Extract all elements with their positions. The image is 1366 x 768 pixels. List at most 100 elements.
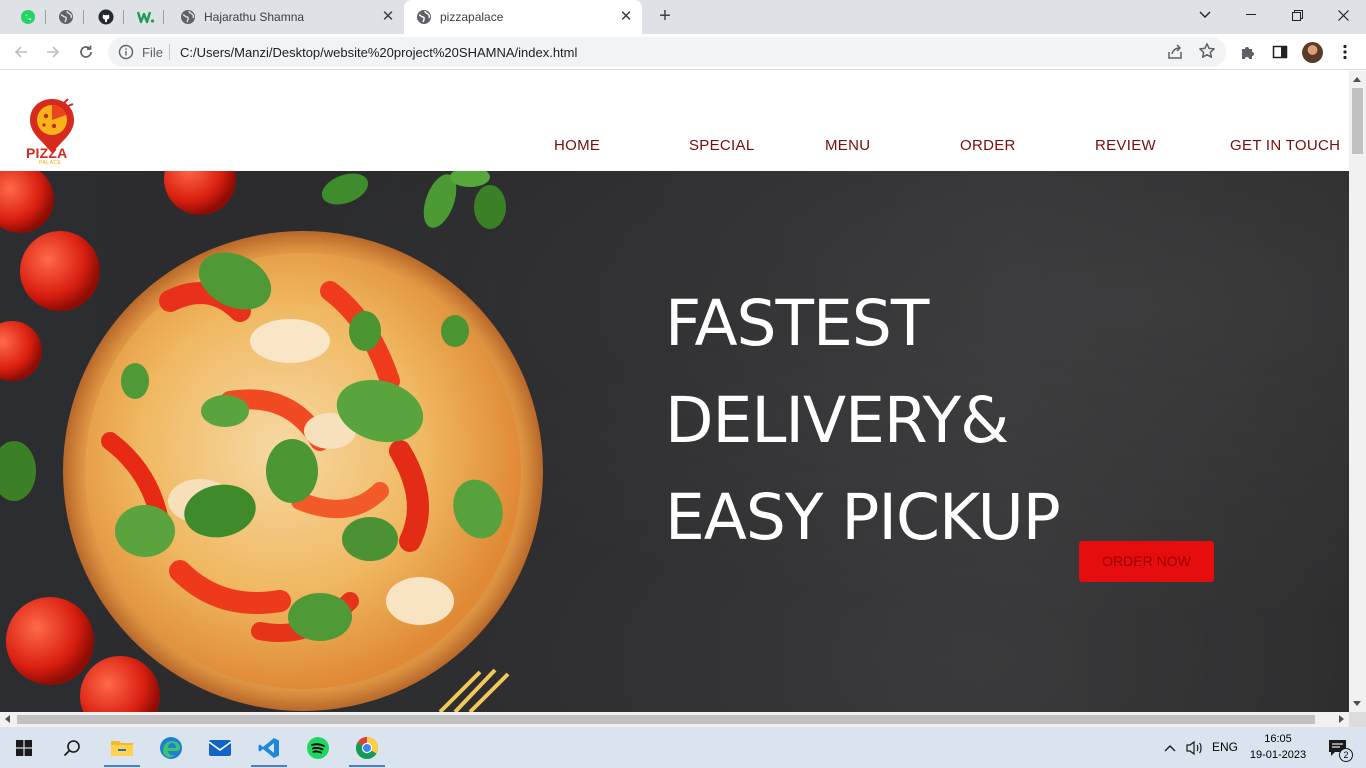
nav-review[interactable]: REVIEW — [1095, 137, 1156, 154]
vertical-scroll-thumb[interactable] — [1352, 88, 1363, 154]
globe-icon — [59, 10, 73, 24]
notification-count-badge: 2 — [1339, 748, 1353, 762]
spotify-icon — [307, 736, 329, 759]
w-icon — [137, 11, 155, 24]
share-icon[interactable] — [1166, 43, 1184, 61]
tab-title: Hajarathu Shamna — [204, 10, 305, 24]
mail-button[interactable] — [196, 727, 244, 768]
side-panel-button[interactable] — [1267, 39, 1293, 65]
file-explorer-button[interactable] — [98, 727, 146, 768]
search-icon — [63, 739, 80, 756]
close-window-button[interactable] — [1320, 0, 1366, 30]
restore-button[interactable] — [1274, 0, 1320, 30]
minimize-icon — [1246, 14, 1256, 15]
hero-line-1: FASTEST — [665, 287, 929, 360]
clock-time: 16:05 — [1264, 733, 1292, 745]
system-clock[interactable]: 16:05 19-01-2023 — [1246, 731, 1310, 763]
globe-icon — [417, 10, 431, 24]
new-tab-button[interactable]: + — [652, 5, 678, 29]
windows-taskbar: ENG 16:05 19-01-2023 2 — [0, 727, 1366, 768]
edge-button[interactable] — [147, 727, 195, 768]
chevron-down-icon — [1199, 11, 1211, 18]
hero-headline: FASTEST DELIVERY& EASY PICKUP — [665, 275, 1145, 566]
restore-icon — [1291, 9, 1303, 21]
globe-icon — [181, 10, 195, 24]
nav-order[interactable]: ORDER — [960, 137, 1016, 154]
clock-date: 19-01-2023 — [1249, 749, 1307, 761]
vertical-scrollbar[interactable] — [1349, 71, 1366, 712]
bookmark-star-icon[interactable] — [1198, 42, 1216, 60]
back-button[interactable] — [8, 39, 34, 65]
hero-banner: FASTEST DELIVERY& EASY PICKUP ORDER NOW — [0, 171, 1349, 712]
globe-pinned-tab[interactable] — [48, 4, 84, 30]
chrome-button[interactable] — [343, 727, 391, 768]
address-divider — [169, 44, 170, 60]
address-bar[interactable]: File C:/Users/Manzi/Desktop/website%20pr… — [108, 37, 1226, 67]
close-tab-icon[interactable]: ✕ — [380, 9, 396, 25]
tab-search-button[interactable] — [1182, 0, 1228, 30]
nav-home[interactable]: HOME — [554, 137, 600, 154]
page-viewport: PIZZA PALACE HOME SPECIAL MENU ORDER REV… — [0, 71, 1349, 712]
order-now-button[interactable]: ORDER NOW — [1079, 541, 1214, 582]
puzzle-icon — [1242, 47, 1254, 59]
scroll-up-arrow-icon[interactable] — [1353, 77, 1361, 82]
windows-logo-icon — [16, 739, 32, 756]
w-pinned-tab[interactable] — [128, 4, 164, 30]
tab-pizzapalace[interactable]: pizzapalace ✕ — [404, 0, 642, 34]
notifications-button[interactable]: 2 — [1318, 727, 1358, 768]
hero-line-2: DELIVERY& — [665, 384, 1009, 457]
scrollbar-corner — [1349, 712, 1366, 727]
close-icon — [1337, 9, 1349, 21]
speaker-icon — [1186, 740, 1202, 755]
whatsapp-icon — [21, 10, 35, 24]
edge-icon — [160, 736, 182, 759]
reload-icon — [80, 45, 92, 58]
logo-wordmark: PIZZA — [26, 145, 68, 161]
tab-hajarathu-shamna[interactable]: Hajarathu Shamna ✕ — [168, 0, 404, 34]
mail-icon — [208, 739, 232, 756]
volume-button[interactable] — [1182, 727, 1208, 768]
nav-special[interactable]: SPECIAL — [689, 137, 754, 154]
nav-menu[interactable]: MENU — [825, 137, 870, 154]
side-panel-icon — [1272, 45, 1288, 59]
spotify-button[interactable] — [294, 727, 342, 768]
url-text[interactable]: C:/Users/Manzi/Desktop/website%20project… — [180, 45, 577, 60]
profile-avatar[interactable] — [1302, 42, 1323, 63]
minimize-button[interactable] — [1228, 0, 1274, 30]
search-button[interactable] — [48, 727, 96, 768]
chevron-up-icon — [1164, 744, 1176, 751]
forward-arrow-icon — [47, 46, 60, 58]
scroll-down-arrow-icon[interactable] — [1353, 701, 1361, 706]
extensions-button[interactable] — [1235, 39, 1261, 65]
url-scheme-label: File — [142, 45, 163, 60]
chrome-icon — [356, 736, 378, 759]
kebab-menu-icon — [1343, 44, 1347, 60]
hero-line-3: EASY PICKUP — [665, 481, 1061, 554]
forward-button[interactable] — [40, 39, 66, 65]
scroll-left-arrow-icon[interactable] — [5, 715, 10, 723]
chrome-menu-button[interactable] — [1332, 39, 1358, 65]
vscode-icon — [258, 737, 279, 758]
horizontal-scroll-thumb[interactable] — [17, 715, 1315, 724]
browser-tab-strip: Hajarathu Shamna ✕ pizzapalace ✕ + — [0, 0, 1366, 34]
pizza-hero-image — [0, 171, 543, 712]
horizontal-scrollbar[interactable] — [0, 712, 1349, 727]
nav-get-in-touch[interactable]: GET IN TOUCH — [1230, 137, 1340, 154]
folder-icon — [111, 740, 133, 756]
close-tab-icon[interactable]: ✕ — [618, 9, 634, 25]
site-header: PIZZA PALACE HOME SPECIAL MENU ORDER REV… — [0, 71, 1349, 171]
github-icon — [98, 9, 114, 25]
browser-toolbar: File C:/Users/Manzi/Desktop/website%20pr… — [0, 34, 1366, 70]
show-hidden-icons-button[interactable] — [1158, 727, 1182, 768]
reload-button[interactable] — [73, 39, 99, 65]
whatsapp-pinned-tab[interactable] — [10, 4, 46, 30]
scroll-right-arrow-icon[interactable] — [1339, 715, 1344, 723]
tab-title: pizzapalace — [440, 10, 504, 24]
start-button[interactable] — [0, 727, 48, 768]
vscode-button[interactable] — [245, 727, 293, 768]
info-icon[interactable] — [118, 44, 134, 60]
language-indicator[interactable]: ENG — [1212, 740, 1238, 754]
logo-subtext: PALACE — [39, 160, 62, 166]
back-arrow-icon — [14, 46, 27, 58]
github-pinned-tab[interactable] — [88, 4, 124, 30]
